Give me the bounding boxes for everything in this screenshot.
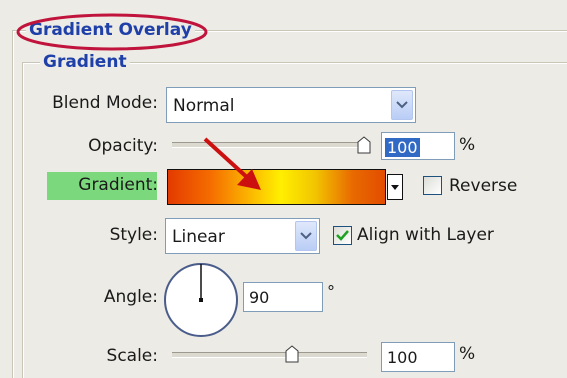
title-highlight-ellipse [16, 13, 208, 51]
blend-mode-label: Blend Mode: [52, 93, 158, 113]
opacity-unit: % [459, 135, 476, 155]
style-select[interactable]: Linear [165, 218, 320, 254]
angle-dial[interactable] [161, 260, 241, 340]
blend-mode-select[interactable]: Normal [166, 87, 416, 123]
scale-slider-thumb[interactable] [285, 345, 299, 363]
opacity-slider-thumb[interactable] [357, 136, 371, 154]
arrow-annotation [203, 137, 261, 190]
reverse-label: Reverse [449, 176, 518, 196]
style-value: Linear [172, 227, 225, 247]
scale-unit: % [459, 344, 476, 364]
gradient-label: Gradient: [78, 175, 158, 195]
chevron-down-icon[interactable] [391, 90, 413, 120]
scale-value: 100 [387, 348, 418, 367]
opacity-label: Opacity: [88, 136, 158, 156]
angle-label: Angle: [103, 287, 158, 307]
scale-slider-track[interactable] [172, 352, 367, 358]
group-title: Gradient [40, 52, 130, 72]
scale-label: Scale: [106, 346, 158, 366]
gradient-dropdown-button[interactable] [387, 174, 403, 200]
align-with-layer-label: Align with Layer [357, 225, 494, 245]
checkmark-icon [336, 230, 349, 241]
angle-input[interactable]: 90 [243, 282, 323, 312]
reverse-checkbox[interactable] [423, 176, 442, 195]
angle-value: 90 [249, 288, 270, 307]
opacity-input[interactable]: 100 [381, 132, 455, 160]
blend-mode-value: Normal [173, 96, 235, 116]
scale-input[interactable]: 100 [381, 342, 455, 372]
style-label: Style: [109, 225, 158, 245]
opacity-value: 100 [385, 138, 420, 157]
angle-unit: ° [327, 282, 335, 301]
align-with-layer-checkbox[interactable] [333, 226, 352, 245]
triangle-down-icon [391, 185, 399, 190]
chevron-down-icon[interactable] [295, 221, 317, 251]
